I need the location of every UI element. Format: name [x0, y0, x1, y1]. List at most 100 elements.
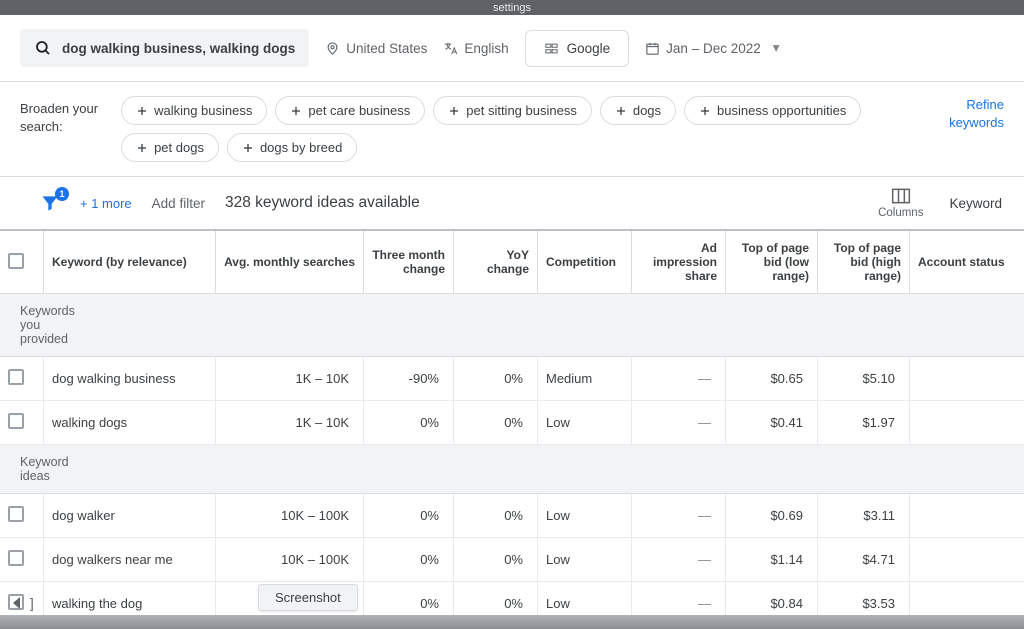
cell-keyword: walking dogs — [44, 401, 216, 445]
columns-button[interactable]: Columns — [878, 187, 923, 219]
checkbox-icon[interactable] — [8, 413, 24, 429]
translate-icon — [443, 41, 458, 56]
keyword-table: Keyword (by relevance) Avg. monthly sear… — [0, 231, 1024, 629]
chip-label: walking business — [154, 103, 252, 118]
table-header: Keyword (by relevance) Avg. monthly sear… — [0, 231, 1024, 294]
window-footer-bar — [0, 615, 1024, 629]
cell-yoy: 0% — [454, 401, 538, 445]
search-icon — [34, 39, 52, 57]
col-searches[interactable]: Avg. monthly searches — [216, 231, 364, 294]
cell-competition: Medium — [538, 357, 632, 401]
cell-high-bid: $4.71 — [818, 538, 910, 582]
location-text: United States — [346, 41, 427, 56]
keyword-view-text[interactable]: Keyword — [949, 196, 1002, 211]
plus-icon — [242, 142, 254, 154]
cell-account-status — [910, 538, 1024, 582]
cell-yoy: 0% — [454, 494, 538, 538]
col-low-bid[interactable]: Top of page bid (low range) — [726, 231, 818, 294]
cell-competition: Low — [538, 494, 632, 538]
cell-high-bid: $1.97 — [818, 401, 910, 445]
cell-competition: Low — [538, 538, 632, 582]
cell-impression-share: — — [632, 401, 726, 445]
broaden-section: Broaden your search: walking businesspet… — [0, 82, 1024, 177]
checkbox-icon[interactable] — [8, 506, 24, 522]
window-titlebar: settings — [0, 0, 1024, 15]
cell-searches: 1K – 10K — [216, 357, 364, 401]
row-checkbox-cell[interactable] — [0, 357, 44, 401]
plus-icon — [699, 105, 711, 117]
search-query-chip[interactable]: dog walking business, walking dogs — [20, 29, 309, 67]
screenshot-tooltip: Screenshot — [258, 584, 358, 611]
table-row[interactable]: walking dogs1K – 10K0%0%Low—$0.41$1.97 — [0, 401, 1024, 445]
network-text: Google — [567, 41, 611, 56]
filter-bar: 1 + 1 more Add filter 328 keyword ideas … — [0, 177, 1024, 231]
broaden-chip[interactable]: pet care business — [275, 96, 425, 125]
location-chip[interactable]: United States — [325, 41, 427, 56]
chevron-down-icon: ▾ — [773, 40, 780, 56]
network-chip[interactable]: Google — [525, 30, 630, 67]
cell-low-bid: $1.14 — [726, 538, 818, 582]
chip-label: pet care business — [308, 103, 410, 118]
cell-keyword: dog walkers near me — [44, 538, 216, 582]
filter-funnel-icon[interactable]: 1 — [40, 193, 60, 213]
date-range-text: Jan – Dec 2022 — [666, 41, 761, 56]
row-checkbox-cell[interactable] — [0, 494, 44, 538]
ideas-count-text: 328 keyword ideas available — [225, 194, 420, 212]
broaden-chip[interactable]: dogs — [600, 96, 676, 125]
columns-icon — [891, 187, 911, 205]
table-row[interactable]: dog walkers near me10K – 100K0%0%Low—$1.… — [0, 538, 1024, 582]
table-row[interactable]: dog walker10K – 100K0%0%Low—$0.69$3.11 — [0, 494, 1024, 538]
cell-account-status — [910, 357, 1024, 401]
row-checkbox-cell[interactable] — [0, 401, 44, 445]
cell-low-bid: $0.69 — [726, 494, 818, 538]
cell-low-bid: $0.65 — [726, 357, 818, 401]
checkbox-icon[interactable] — [8, 369, 24, 385]
broaden-chip[interactable]: dogs by breed — [227, 133, 357, 162]
col-impression-share[interactable]: Ad impression share — [632, 231, 726, 294]
select-all-cell[interactable] — [0, 231, 44, 294]
calendar-icon — [645, 41, 660, 56]
col-account-status[interactable]: Account status — [910, 231, 1024, 294]
chip-label: dogs by breed — [260, 140, 342, 155]
cell-yoy: 0% — [454, 357, 538, 401]
plus-icon — [136, 105, 148, 117]
search-query-text: dog walking business, walking dogs — [62, 41, 295, 56]
cell-three-month: 0% — [364, 538, 454, 582]
plus-icon — [136, 142, 148, 154]
col-keyword[interactable]: Keyword (by relevance) — [44, 231, 216, 294]
row-checkbox-cell[interactable] — [0, 538, 44, 582]
checkbox-icon[interactable] — [8, 253, 24, 269]
location-pin-icon — [325, 41, 340, 56]
cell-searches: 10K – 100K — [216, 494, 364, 538]
broaden-chip[interactable]: pet dogs — [121, 133, 219, 162]
table-row[interactable]: dog walking business1K – 10K-90%0%Medium… — [0, 357, 1024, 401]
cell-account-status — [910, 494, 1024, 538]
cell-keyword: dog walker — [44, 494, 216, 538]
window-title: settings — [493, 2, 531, 14]
col-yoy[interactable]: YoY change — [454, 231, 538, 294]
more-filters-link[interactable]: + 1 more — [80, 196, 132, 211]
cell-three-month: 0% — [364, 494, 454, 538]
refine-keywords-link[interactable]: Refine keywords — [949, 96, 1004, 132]
language-text: English — [464, 41, 508, 56]
cell-searches: 1K – 10K — [216, 401, 364, 445]
cell-three-month: -90% — [364, 357, 454, 401]
col-three-month[interactable]: Three month change — [364, 231, 454, 294]
add-filter-button[interactable]: Add filter — [152, 196, 205, 211]
broaden-chip-list: walking business pet care business pet sit… — [121, 96, 931, 162]
cell-impression-share: — — [632, 538, 726, 582]
col-competition[interactable]: Competition — [538, 231, 632, 294]
cell-account-status — [910, 401, 1024, 445]
chip-label: pet sitting business — [466, 103, 577, 118]
checkbox-icon[interactable] — [8, 550, 24, 566]
horizontal-scroll-left[interactable]: ] — [12, 595, 34, 611]
chip-label: business opportunities — [717, 103, 846, 118]
language-chip[interactable]: English — [443, 41, 508, 56]
cell-low-bid: $0.41 — [726, 401, 818, 445]
broaden-chip[interactable]: business opportunities — [684, 96, 861, 125]
broaden-chip[interactable]: pet sitting business — [433, 96, 592, 125]
col-high-bid[interactable]: Top of page bid (high range) — [818, 231, 910, 294]
date-range-chip[interactable]: Jan – Dec 2022 ▾ — [645, 40, 779, 56]
broaden-chip[interactable]: walking business — [121, 96, 267, 125]
section-ideas: Keyword ideas — [0, 445, 44, 494]
